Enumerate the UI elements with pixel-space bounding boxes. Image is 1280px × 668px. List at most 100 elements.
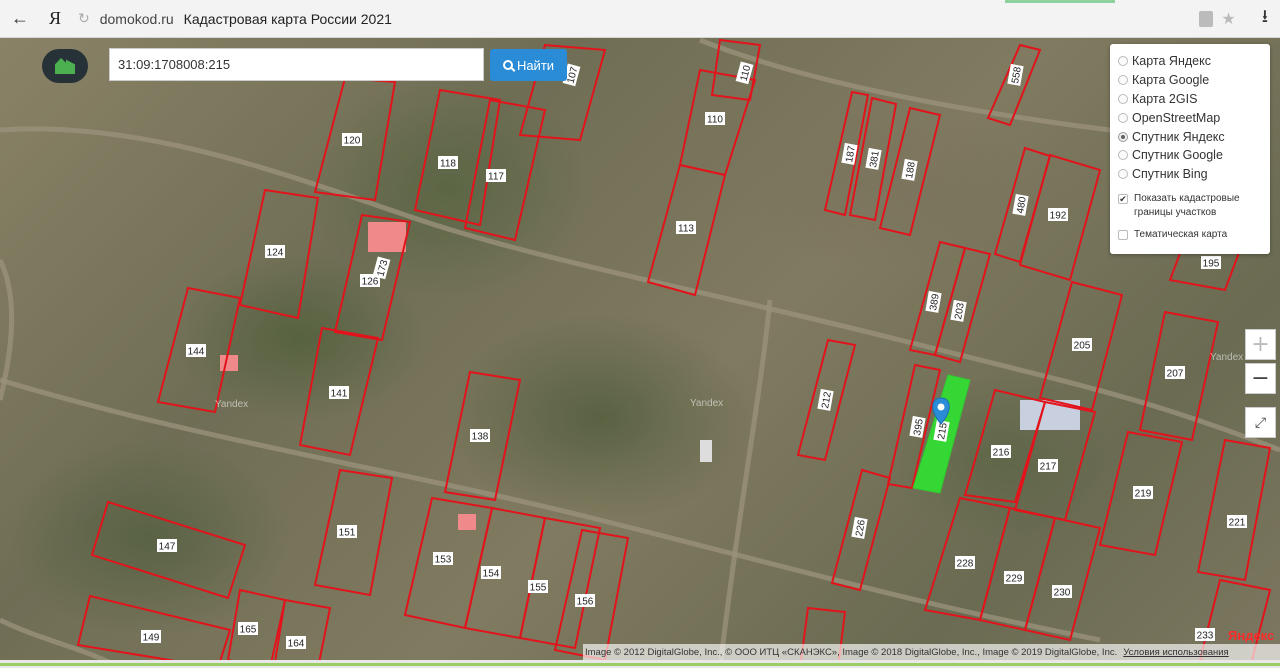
parcel-number: 395 — [912, 418, 926, 437]
parcel-number-label: 165 — [238, 622, 258, 636]
parcel-number: 154 — [483, 569, 500, 580]
show-cadastral-toggle[interactable]: ✔ Показать кадастровые границы участков — [1118, 192, 1262, 220]
parcel-number-label: 192 — [1048, 208, 1068, 222]
lock-icon[interactable] — [1199, 10, 1214, 27]
address-bar[interactable]: ↻ domokod.ru Кадастровая карта России 20… — [78, 5, 1199, 33]
building-roof — [368, 222, 406, 252]
parcel — [1196, 438, 1272, 582]
parcel-number-label: 144 — [186, 344, 206, 358]
layer-option[interactable]: OpenStreetMap — [1118, 108, 1262, 127]
building-roof — [458, 514, 476, 530]
back-icon[interactable]: ← — [0, 0, 40, 38]
download-icon[interactable]: ⭳ — [1262, 4, 1268, 34]
parcel-number-label: 195 — [1201, 256, 1221, 270]
parcel-number-label: 205 — [1072, 338, 1092, 352]
parcel-number: 188 — [904, 161, 918, 180]
layer-option[interactable]: Карта Google — [1118, 71, 1262, 90]
parcel-number: 126 — [362, 277, 379, 288]
parcel-number-label: 233 — [1195, 628, 1215, 642]
parcel-number: 153 — [435, 555, 452, 566]
show-cadastral-checkbox[interactable]: ✔ — [1118, 193, 1128, 204]
parcel-number-label: 113 — [676, 221, 696, 235]
parcel-number: 233 — [1197, 631, 1214, 642]
domokod-logo[interactable] — [42, 49, 88, 83]
parcel-number: 221 — [1229, 518, 1246, 529]
layer-option-label: Спутник Яндекс — [1132, 129, 1225, 144]
layer-radio[interactable] — [1118, 150, 1128, 161]
parcel-number-label: 226 — [851, 516, 868, 539]
thematic-map-checkbox[interactable] — [1118, 229, 1128, 240]
parcel-number: 156 — [577, 597, 594, 608]
parcel-number: 381 — [868, 150, 882, 169]
layer-option[interactable]: Спутник Bing — [1118, 165, 1262, 184]
reload-icon[interactable]: ↻ — [78, 10, 90, 27]
address-domain: domokod.ru — [99, 10, 174, 27]
building-roof — [700, 440, 712, 462]
parcel-number-label: 207 — [1165, 366, 1185, 380]
layer-option[interactable]: Спутник Google — [1118, 146, 1262, 165]
bookmark-star-icon[interactable]: ★ — [1221, 9, 1235, 29]
parcel — [978, 506, 1057, 632]
parcel-number: 110 — [707, 115, 723, 126]
map-watermark: Yandex — [690, 398, 723, 409]
parcel-number: 212 — [820, 391, 834, 410]
parcel-number-label: 228 — [955, 556, 975, 570]
layer-radio[interactable] — [1118, 56, 1128, 67]
layer-radio[interactable] — [1118, 169, 1128, 180]
road — [717, 299, 773, 668]
satellite-map[interactable]: 120 107 118 117 110 110 113 124 126 173 144 141 138 1… — [0, 38, 1280, 668]
attribution-text: Image © 2012 DigitalGlobe, Inc., © ООО И… — [585, 646, 1118, 658]
parcel-number: 195 — [1203, 259, 1220, 270]
layer-option-label: Карта Яндекс — [1132, 54, 1211, 69]
parcel-number: 389 — [928, 293, 942, 312]
parcel-number: 226 — [854, 519, 868, 538]
page-title: Кадастровая карта России 2021 — [183, 10, 392, 27]
parcel-number-label: 149 — [141, 630, 161, 644]
zoom-in-button[interactable]: + — [1245, 329, 1276, 360]
parcel-number-label: 395 — [909, 415, 926, 438]
thematic-map-toggle[interactable]: Тематическая карта — [1118, 228, 1262, 242]
tab-indicator — [1005, 0, 1115, 3]
parcel-number-label: 154 — [481, 566, 501, 580]
layer-radio[interactable] — [1118, 75, 1128, 86]
yandex-browser-logo[interactable]: Я — [40, 0, 70, 38]
layer-option[interactable]: Карта Яндекс — [1118, 52, 1262, 71]
yandex-logo[interactable]: Яндекс — [1228, 628, 1274, 643]
layer-option[interactable]: Карта 2GIS — [1118, 90, 1262, 109]
parcel-number-label: 229 — [1004, 571, 1024, 585]
parcel-number-label: 147 — [157, 539, 177, 553]
layer-option-label: Спутник Bing — [1132, 167, 1208, 182]
layer-option-label: Карта 2GIS — [1132, 91, 1198, 106]
parcel-number-label: 155 — [528, 580, 548, 594]
parcel-number: 117 — [488, 172, 504, 183]
building-roof — [220, 355, 238, 371]
parcel-number: 219 — [1135, 489, 1152, 500]
parcel-number: 205 — [1074, 341, 1091, 352]
zoom-out-button[interactable]: − — [1245, 363, 1276, 394]
parcel-number: 228 — [957, 559, 974, 570]
map-layers-panel: Карта Яндекс Карта Google Карта 2GIS OpenSt… — [1110, 44, 1270, 254]
parcel-number-label: 118 — [438, 156, 458, 170]
parcel-number-label: 110 — [735, 61, 753, 85]
fullscreen-button[interactable]: ⤢ — [1245, 407, 1276, 438]
parcel — [1023, 516, 1102, 642]
parcel-number-label: 230 — [1052, 585, 1072, 599]
cadastral-search-input[interactable] — [109, 48, 484, 81]
parcel-number: 480 — [1015, 196, 1029, 215]
parcel-number-label: 217 — [1038, 459, 1058, 473]
parcel-number-label: 480 — [1012, 193, 1029, 216]
parcel-number-label: 117 — [486, 169, 506, 183]
parcel-number: 149 — [143, 633, 160, 644]
layer-radio[interactable] — [1118, 131, 1128, 142]
search-button[interactable]: Найти — [490, 49, 567, 81]
parcel-number: 144 — [188, 347, 205, 358]
layer-radio[interactable] — [1118, 112, 1128, 123]
bottom-strip — [0, 660, 1280, 668]
terms-of-use-link[interactable]: Условия использования — [1123, 647, 1228, 658]
layer-option[interactable]: Спутник Яндекс — [1118, 127, 1262, 146]
parcel-number-label: 141 — [329, 386, 349, 400]
parcel-number: 151 — [339, 528, 356, 539]
layer-option-label: OpenStreetMap — [1132, 110, 1221, 125]
layer-radio[interactable] — [1118, 93, 1128, 104]
parcel-number-label: 221 — [1227, 515, 1247, 529]
